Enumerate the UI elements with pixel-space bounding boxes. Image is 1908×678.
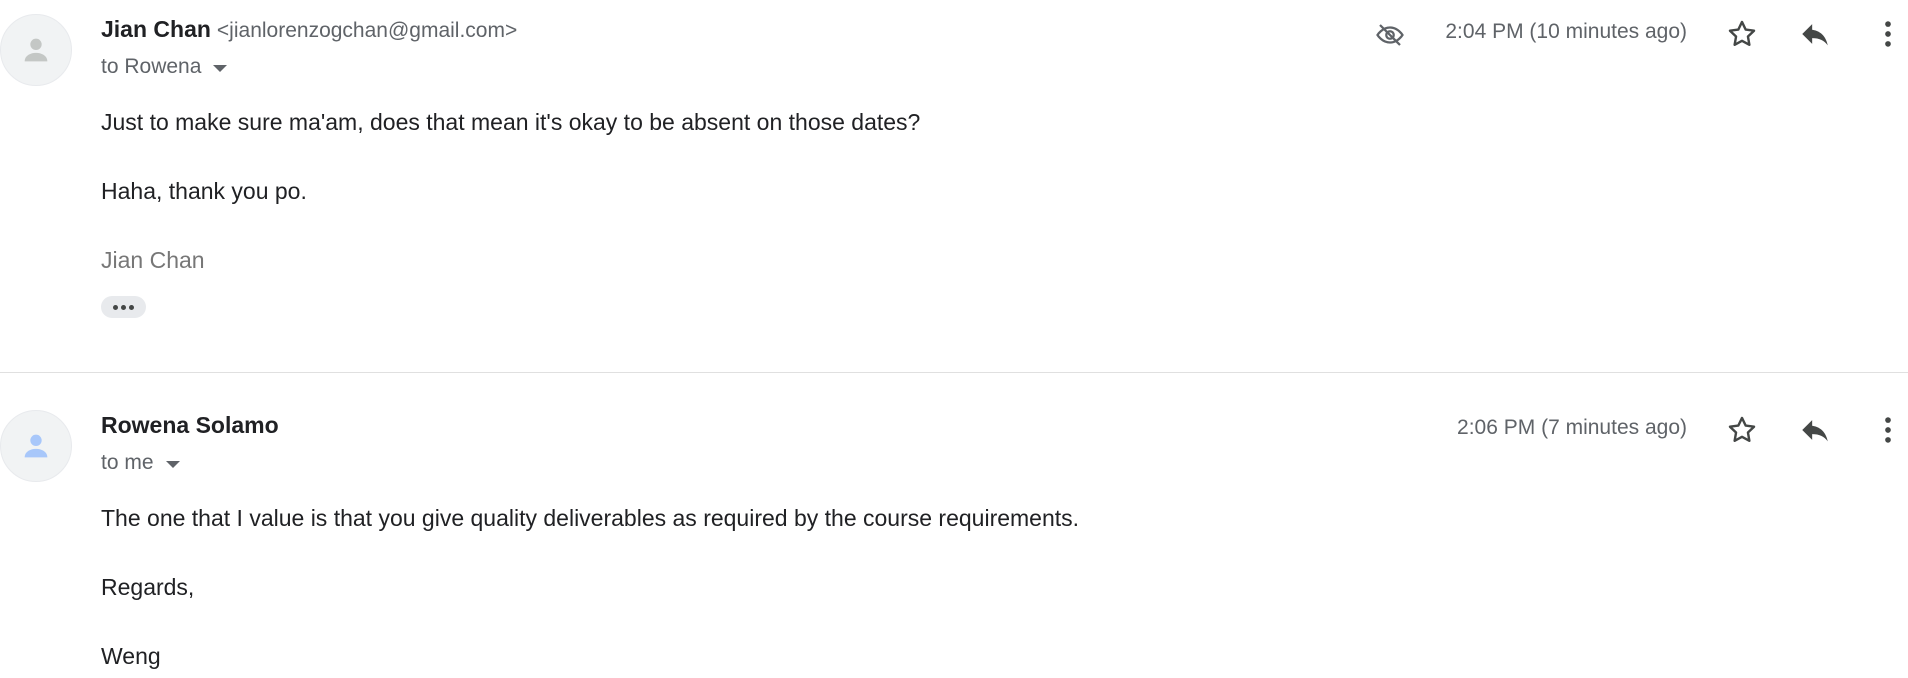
- star-button[interactable]: [1722, 14, 1762, 54]
- recipient-label: to Rowena: [101, 55, 202, 78]
- message-body-line: Weng: [101, 643, 161, 669]
- more-options-button[interactable]: [1868, 14, 1908, 54]
- more-options-button[interactable]: [1868, 410, 1908, 450]
- sender-name[interactable]: Jian Chan: [101, 16, 211, 42]
- recipient-line[interactable]: to Rowena: [101, 55, 228, 79]
- star-button[interactable]: [1722, 410, 1762, 450]
- sender-name[interactable]: Rowena Solamo: [101, 412, 279, 438]
- message-body-line: The one that I value is that you give qu…: [101, 505, 1080, 531]
- recipient-line[interactable]: to me: [101, 451, 180, 475]
- message-body-line: Regards,: [101, 574, 195, 600]
- reply-button[interactable]: [1795, 410, 1835, 450]
- star-icon: [1728, 416, 1756, 442]
- hidden-eye-icon: [1376, 24, 1404, 46]
- star-icon: [1728, 20, 1756, 46]
- person-icon: [24, 38, 48, 62]
- dot: [129, 304, 134, 310]
- timestamp[interactable]: 2:04 PM (10 minutes ago): [1445, 20, 1687, 44]
- recipient-label: to me: [101, 451, 154, 474]
- avatar[interactable]: [0, 14, 72, 86]
- message-body-line: Haha, thank you po.: [101, 178, 307, 204]
- signature: Jian Chan: [101, 247, 205, 273]
- more-vert-icon: [1885, 417, 1891, 443]
- show-trimmed-content-button[interactable]: [101, 296, 146, 318]
- more-vert-icon: [1885, 21, 1891, 47]
- timestamp[interactable]: 2:06 PM (7 minutes ago): [1457, 416, 1687, 440]
- chevron-down-icon[interactable]: [165, 461, 180, 468]
- sender-email: <jianlorenzogchan@gmail.com>: [216, 19, 518, 42]
- reply-icon: [1802, 420, 1828, 442]
- dot: [113, 304, 118, 310]
- sender-line: Jian Chan <jianlorenzogchan@gmail.com>: [101, 16, 517, 43]
- sender-line: Rowena Solamo: [101, 412, 279, 439]
- message-body-line: Just to make sure ma'am, does that mean …: [101, 109, 921, 135]
- reply-icon: [1802, 24, 1828, 46]
- person-icon: [24, 434, 48, 458]
- reply-button[interactable]: [1795, 14, 1835, 54]
- chevron-down-icon[interactable]: [213, 65, 228, 72]
- dot: [121, 304, 126, 310]
- avatar[interactable]: [0, 410, 72, 482]
- message-divider: [0, 372, 1908, 373]
